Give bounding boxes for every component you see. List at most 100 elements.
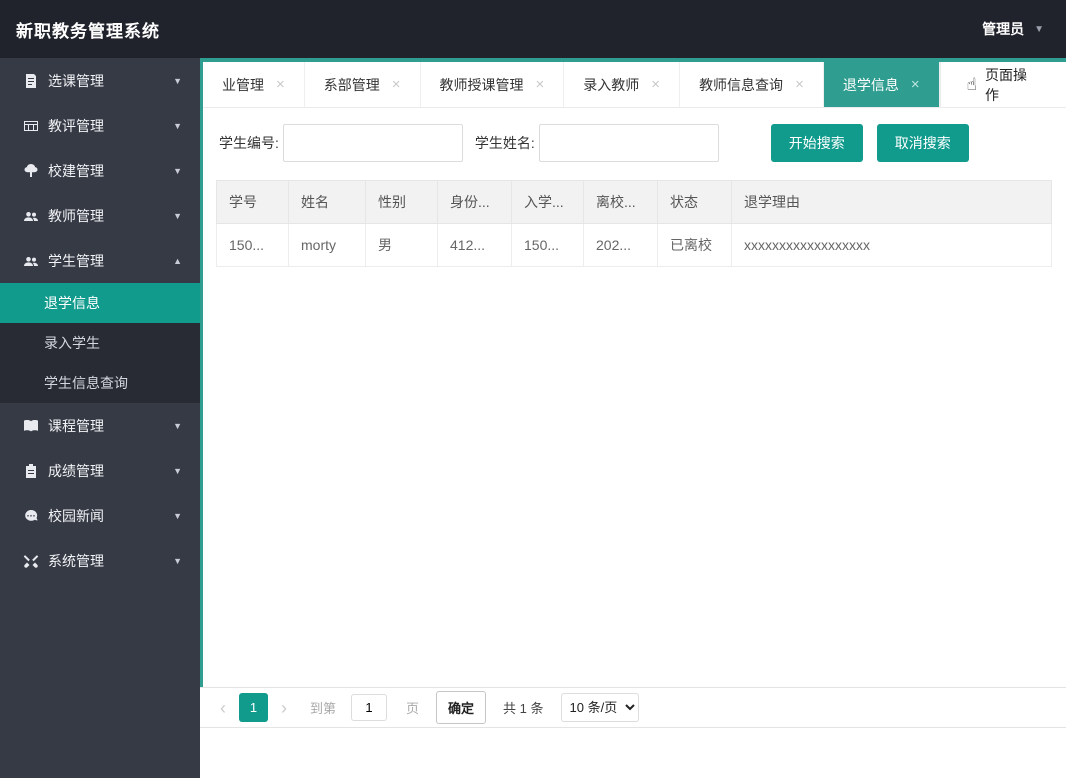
user-menu-label: 管理员 <box>982 21 1025 37</box>
cell-enrollment: 150... <box>511 223 584 267</box>
sidebar-item-courses[interactable]: 课程管理 ▼ <box>0 403 200 448</box>
table-row[interactable]: 150... morty 男 412... 150... 202... 已离校 … <box>216 223 1052 267</box>
cell-status: 已离校 <box>657 223 732 267</box>
main-area: 选课管理 ▼ 教评管理 ▼ 校建管理 ▼ 教师管理 ▼ 学生管理 ▲ 退学信息 … <box>0 58 1066 778</box>
sidebar-item-system[interactable]: 系统管理 ▼ <box>0 538 200 583</box>
search-buttons: 开始搜索 取消搜索 <box>770 124 969 162</box>
page-operations-button[interactable]: ☝ 页面操作 <box>939 62 1066 107</box>
sidebar-item-label: 校园新闻 <box>48 507 104 524</box>
tab-bar: 业管理 × 系部管理 × 教师授课管理 × 录入教师 × 教师信息查询 × 退学… <box>203 62 1066 108</box>
pagination-bar: ‹ 1 › 到第 页 确定 共 1 条 10 条/页 <box>200 687 1066 728</box>
pointing-hand-icon: ☝ <box>966 74 977 94</box>
submenu-item-enter-student[interactable]: 录入学生 <box>0 323 200 363</box>
cell-name: morty <box>288 223 366 267</box>
sidebar-item-students[interactable]: 学生管理 ▲ <box>0 238 200 283</box>
file-icon <box>22 72 39 89</box>
sidebar-item-course-selection[interactable]: 选课管理 ▼ <box>0 58 200 103</box>
empty-space <box>203 267 1066 687</box>
chat-bubble-icon <box>22 507 39 524</box>
col-gender: 性别 <box>365 180 438 224</box>
sidebar-item-label: 学生管理 <box>48 252 104 269</box>
students-submenu: 退学信息 录入学生 学生信息查询 <box>0 283 200 403</box>
confirm-button[interactable]: 确定 <box>436 691 487 724</box>
dropout-table: 学号 姓名 性别 身份... 入学... 离校... 状态 退学理由 150..… <box>216 180 1052 267</box>
cancel-search-button[interactable]: 取消搜索 <box>876 124 969 162</box>
sidebar-item-label: 选课管理 <box>48 72 104 89</box>
tab-teacher-info-query[interactable]: 教师信息查询 × <box>680 62 824 107</box>
tab-label: 退学信息 <box>842 76 899 93</box>
page-unit-label: 页 <box>406 701 420 716</box>
cell-id-number: 412... <box>437 223 512 267</box>
student-name-label: 学生姓名: <box>474 135 535 151</box>
col-status: 状态 <box>657 180 732 224</box>
chevron-down-icon: ▼ <box>173 420 182 431</box>
users-icon <box>22 252 39 269</box>
student-id-label: 学生编号: <box>219 135 279 151</box>
sidebar-item-teachers[interactable]: 教师管理 ▼ <box>0 193 200 238</box>
goto-page-input[interactable] <box>351 694 388 721</box>
chevron-down-icon: ▼ <box>173 555 182 566</box>
app-title: 新职教务管理系统 <box>16 21 160 41</box>
goto-page-label: 到第 <box>310 701 337 716</box>
chevron-down-icon: ▼ <box>173 75 182 86</box>
chevron-down-icon: ▼ <box>173 210 182 221</box>
close-icon[interactable]: × <box>795 76 804 93</box>
close-icon[interactable]: × <box>392 76 401 93</box>
users-icon <box>22 207 39 224</box>
submenu-item-label: 学生信息查询 <box>44 375 128 391</box>
table-header-row: 学号 姓名 性别 身份... 入学... 离校... 状态 退学理由 <box>216 180 1052 224</box>
start-search-button[interactable]: 开始搜索 <box>770 124 863 162</box>
page-number-button[interactable]: 1 <box>239 693 268 722</box>
tab-dropout-info[interactable]: 退学信息 × <box>823 62 940 107</box>
sidebar-item-label: 课程管理 <box>48 417 104 434</box>
tools-icon <box>22 552 39 569</box>
search-bar: 学生编号: 学生姓名: 开始搜索 取消搜索 <box>203 108 1066 178</box>
sidebar-item-grades[interactable]: 成绩管理 ▼ <box>0 448 200 493</box>
tab-label: 教师授课管理 <box>439 76 524 93</box>
tab-label: 教师信息查询 <box>699 76 784 93</box>
page-operations-label: 页面操作 <box>984 66 1027 103</box>
sidebar-item-label: 教评管理 <box>48 117 104 134</box>
col-dropout-reason: 退学理由 <box>731 180 1052 224</box>
close-icon[interactable]: × <box>651 76 660 93</box>
close-icon[interactable]: × <box>536 76 545 93</box>
page-size-select[interactable]: 10 条/页 <box>560 693 639 722</box>
sidebar-item-news[interactable]: 校园新闻 ▼ <box>0 493 200 538</box>
table-icon <box>22 117 39 134</box>
tab-teacher-course-management[interactable]: 教师授课管理 × <box>421 62 565 107</box>
sidebar: 选课管理 ▼ 教评管理 ▼ 校建管理 ▼ 教师管理 ▼ 学生管理 ▲ 退学信息 … <box>0 58 200 778</box>
col-student-id: 学号 <box>216 180 289 224</box>
chevron-down-icon: ▼ <box>1034 23 1044 35</box>
tree-icon <box>22 162 39 179</box>
submenu-item-dropout-info[interactable]: 退学信息 <box>0 283 200 323</box>
close-icon[interactable]: × <box>911 76 920 93</box>
col-id-number: 身份... <box>437 180 512 224</box>
tab-label: 系部管理 <box>323 76 380 93</box>
tab-label: 录入教师 <box>583 76 640 93</box>
tab-enter-teacher[interactable]: 录入教师 × <box>564 62 681 107</box>
content-area: 业管理 × 系部管理 × 教师授课管理 × 录入教师 × 教师信息查询 × 退学… <box>200 58 1066 778</box>
prev-page-icon[interactable]: ‹ <box>216 699 230 717</box>
cell-dropout-reason: xxxxxxxxxxxxxxxxxx <box>731 223 1052 267</box>
submenu-item-student-query[interactable]: 学生信息查询 <box>0 363 200 403</box>
clipboard-icon <box>22 462 39 479</box>
cell-gender: 男 <box>365 223 438 267</box>
sidebar-item-label: 系统管理 <box>48 552 104 569</box>
student-name-input[interactable] <box>538 124 719 162</box>
tab-label: 业管理 <box>222 76 264 93</box>
tab-major-management[interactable]: 业管理 × <box>203 62 305 107</box>
sidebar-item-campus[interactable]: 校建管理 ▼ <box>0 148 200 193</box>
user-menu[interactable]: 管理员 ▼ <box>982 19 1044 39</box>
submenu-item-label: 录入学生 <box>44 335 100 351</box>
sidebar-item-label: 校建管理 <box>48 162 104 179</box>
chevron-down-icon: ▼ <box>173 165 182 176</box>
chevron-down-icon: ▼ <box>173 465 182 476</box>
tab-department-management[interactable]: 系部管理 × <box>305 62 421 107</box>
total-count-label: 共 1 条 <box>503 701 544 716</box>
next-page-icon[interactable]: › <box>277 699 291 717</box>
close-icon[interactable]: × <box>276 76 285 93</box>
sidebar-item-evaluation[interactable]: 教评管理 ▼ <box>0 103 200 148</box>
student-id-input[interactable] <box>282 124 463 162</box>
sidebar-item-label: 成绩管理 <box>48 462 104 479</box>
top-header: 新职教务管理系统 管理员 ▼ <box>0 0 1066 58</box>
